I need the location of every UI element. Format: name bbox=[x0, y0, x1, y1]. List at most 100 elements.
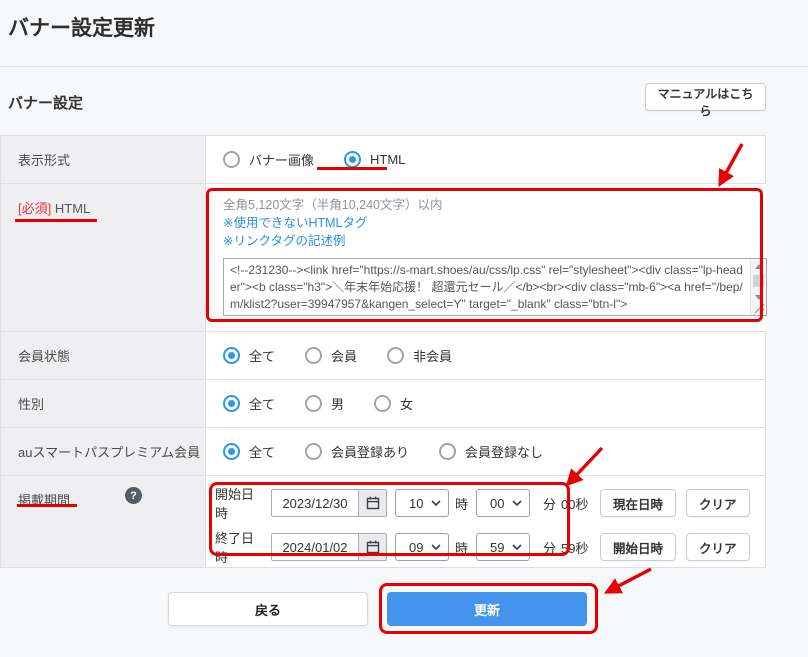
radio-label: バナー画像 bbox=[249, 150, 314, 169]
row-html: [必須] HTML 全角5,120文字（半角10,240文字）以内 ※使用できな… bbox=[1, 184, 765, 332]
section-title: バナー設定 bbox=[8, 92, 83, 113]
page-title: バナー設定更新 bbox=[8, 12, 155, 42]
radio-unchecked-icon bbox=[374, 395, 391, 412]
forbidden-tags-link[interactable]: ※使用できないHTMLタグ bbox=[223, 214, 368, 232]
period-end-row: 終了日時 09 時 59 bbox=[215, 533, 750, 561]
radio-gender-male[interactable]: 男 bbox=[305, 394, 344, 413]
start-minute-value: 00 bbox=[490, 496, 504, 511]
hour-unit-label: 時 bbox=[455, 494, 468, 513]
radio-label: 全て bbox=[249, 394, 275, 413]
start-seconds-label: 00秒 bbox=[561, 494, 592, 513]
scroll-thumb[interactable] bbox=[753, 275, 764, 287]
char-limit-hint: 全角5,120文字（半角10,240文字）以内 bbox=[223, 196, 767, 214]
radio-checked-icon bbox=[223, 443, 240, 460]
radio-label: 全て bbox=[249, 346, 275, 365]
row-member-status: 会員状態 全て 会員 非会員 bbox=[1, 332, 765, 380]
display-format-label: 表示形式 bbox=[1, 136, 206, 183]
member-status-label: 会員状態 bbox=[1, 332, 206, 379]
hour-unit-label: 時 bbox=[455, 538, 468, 557]
html-code-value: <!--231230--><link href="https://s-mart.… bbox=[230, 262, 744, 313]
html-label-text: HTML bbox=[55, 201, 90, 216]
radio-checked-icon bbox=[223, 395, 240, 412]
minute-unit-label: 分 bbox=[543, 494, 556, 513]
radio-label: HTML bbox=[370, 152, 405, 167]
start-calendar-button[interactable] bbox=[359, 489, 387, 517]
radio-non-member[interactable]: 非会員 bbox=[387, 346, 452, 365]
radio-member-all[interactable]: 全て bbox=[223, 346, 275, 365]
radio-label: 男 bbox=[331, 394, 344, 413]
period-label-cell: 掲載期間 ? bbox=[1, 476, 206, 567]
display-format-options: バナー画像 HTML bbox=[206, 136, 765, 183]
header-divider bbox=[0, 66, 808, 67]
radio-label: 会員登録あり bbox=[331, 442, 409, 461]
banner-settings-form: 表示形式 バナー画像 HTML [必須] HTML 全角5,120文字（半角10… bbox=[0, 135, 766, 568]
link-tag-example-link[interactable]: ※リンクタグの記述例 bbox=[223, 232, 345, 250]
gender-options: 全て 男 女 bbox=[206, 380, 765, 427]
required-badge: [必須] bbox=[18, 201, 51, 216]
radio-banner-image[interactable]: バナー画像 bbox=[223, 150, 314, 169]
start-clear-button[interactable]: クリア bbox=[686, 489, 750, 517]
radio-unchecked-icon bbox=[305, 443, 322, 460]
start-hour-select[interactable]: 10 bbox=[395, 489, 449, 517]
radio-unchecked-icon bbox=[387, 347, 404, 364]
calendar-icon bbox=[366, 496, 380, 510]
period-label: 掲載期間 bbox=[18, 493, 70, 508]
radio-label: 女 bbox=[400, 394, 413, 413]
radio-label: 非会員 bbox=[413, 346, 452, 365]
end-minute-value: 59 bbox=[490, 540, 504, 555]
radio-gender-all[interactable]: 全て bbox=[223, 394, 275, 413]
radio-label: 会員登録なし bbox=[465, 442, 543, 461]
radio-html[interactable]: HTML bbox=[344, 151, 405, 168]
help-icon[interactable]: ? bbox=[125, 487, 142, 504]
radio-unchecked-icon bbox=[305, 395, 322, 412]
end-hour-value: 09 bbox=[409, 540, 423, 555]
radio-unchecked-icon bbox=[223, 151, 240, 168]
html-field-cell: 全角5,120文字（半角10,240文字）以内 ※使用できないHTMLタグ ※リ… bbox=[206, 184, 767, 331]
radio-smartpass-registered[interactable]: 会員登録あり bbox=[305, 442, 409, 461]
end-datetime-label: 終了日時 bbox=[215, 528, 263, 566]
row-au-smartpass: auスマートパスプレミアム会員 全て 会員登録あり 会員登録なし bbox=[1, 428, 765, 476]
start-hour-value: 10 bbox=[409, 496, 423, 511]
au-smartpass-options: 全て 会員登録あり 会員登録なし bbox=[206, 428, 765, 475]
end-minute-select[interactable]: 59 bbox=[476, 533, 530, 561]
member-status-options: 全て 会員 非会員 bbox=[206, 332, 765, 379]
row-display-format: 表示形式 バナー画像 HTML bbox=[1, 136, 765, 184]
radio-label: 全て bbox=[249, 442, 275, 461]
manual-link-button[interactable]: マニュアルはこちら bbox=[645, 83, 766, 111]
radio-label: 会員 bbox=[331, 346, 357, 365]
calendar-icon bbox=[366, 540, 380, 554]
current-datetime-button[interactable]: 現在日時 bbox=[600, 489, 676, 517]
row-period: 掲載期間 ? 開始日時 10 時 bbox=[1, 476, 765, 567]
chevron-down-icon bbox=[512, 544, 522, 550]
row-gender: 性別 全て 男 女 bbox=[1, 380, 765, 428]
end-hour-select[interactable]: 09 bbox=[395, 533, 449, 561]
scroll-down-icon[interactable] bbox=[755, 295, 763, 300]
chevron-down-icon bbox=[431, 500, 441, 506]
start-minute-select[interactable]: 00 bbox=[476, 489, 530, 517]
period-cell: 開始日時 10 時 00 bbox=[206, 476, 765, 567]
start-datetime-copy-button[interactable]: 開始日時 bbox=[600, 533, 676, 561]
update-button[interactable]: 更新 bbox=[387, 592, 587, 626]
au-smartpass-label: auスマートパスプレミアム会員 bbox=[1, 428, 206, 475]
period-start-row: 開始日時 10 時 00 bbox=[215, 489, 750, 517]
html-textarea[interactable]: <!--231230--><link href="https://s-mart.… bbox=[223, 258, 767, 316]
start-date-input[interactable] bbox=[271, 489, 359, 517]
minute-unit-label: 分 bbox=[543, 538, 556, 557]
radio-smartpass-unregistered[interactable]: 会員登録なし bbox=[439, 442, 543, 461]
gender-label: 性別 bbox=[1, 380, 206, 427]
radio-unchecked-icon bbox=[305, 347, 322, 364]
back-button[interactable]: 戻る bbox=[168, 592, 368, 626]
radio-gender-female[interactable]: 女 bbox=[374, 394, 413, 413]
resize-grip-icon[interactable] bbox=[754, 303, 765, 314]
radio-smartpass-all[interactable]: 全て bbox=[223, 442, 275, 461]
scroll-up-icon[interactable] bbox=[755, 264, 763, 269]
end-clear-button[interactable]: クリア bbox=[686, 533, 750, 561]
end-calendar-button[interactable] bbox=[359, 533, 387, 561]
annotation-arrow-update bbox=[595, 563, 657, 601]
end-seconds-label: 59秒 bbox=[561, 538, 592, 557]
html-label: [必須] HTML bbox=[1, 184, 206, 331]
radio-checked-icon bbox=[344, 151, 361, 168]
radio-member[interactable]: 会員 bbox=[305, 346, 357, 365]
end-date-input[interactable] bbox=[271, 533, 359, 561]
radio-unchecked-icon bbox=[439, 443, 456, 460]
